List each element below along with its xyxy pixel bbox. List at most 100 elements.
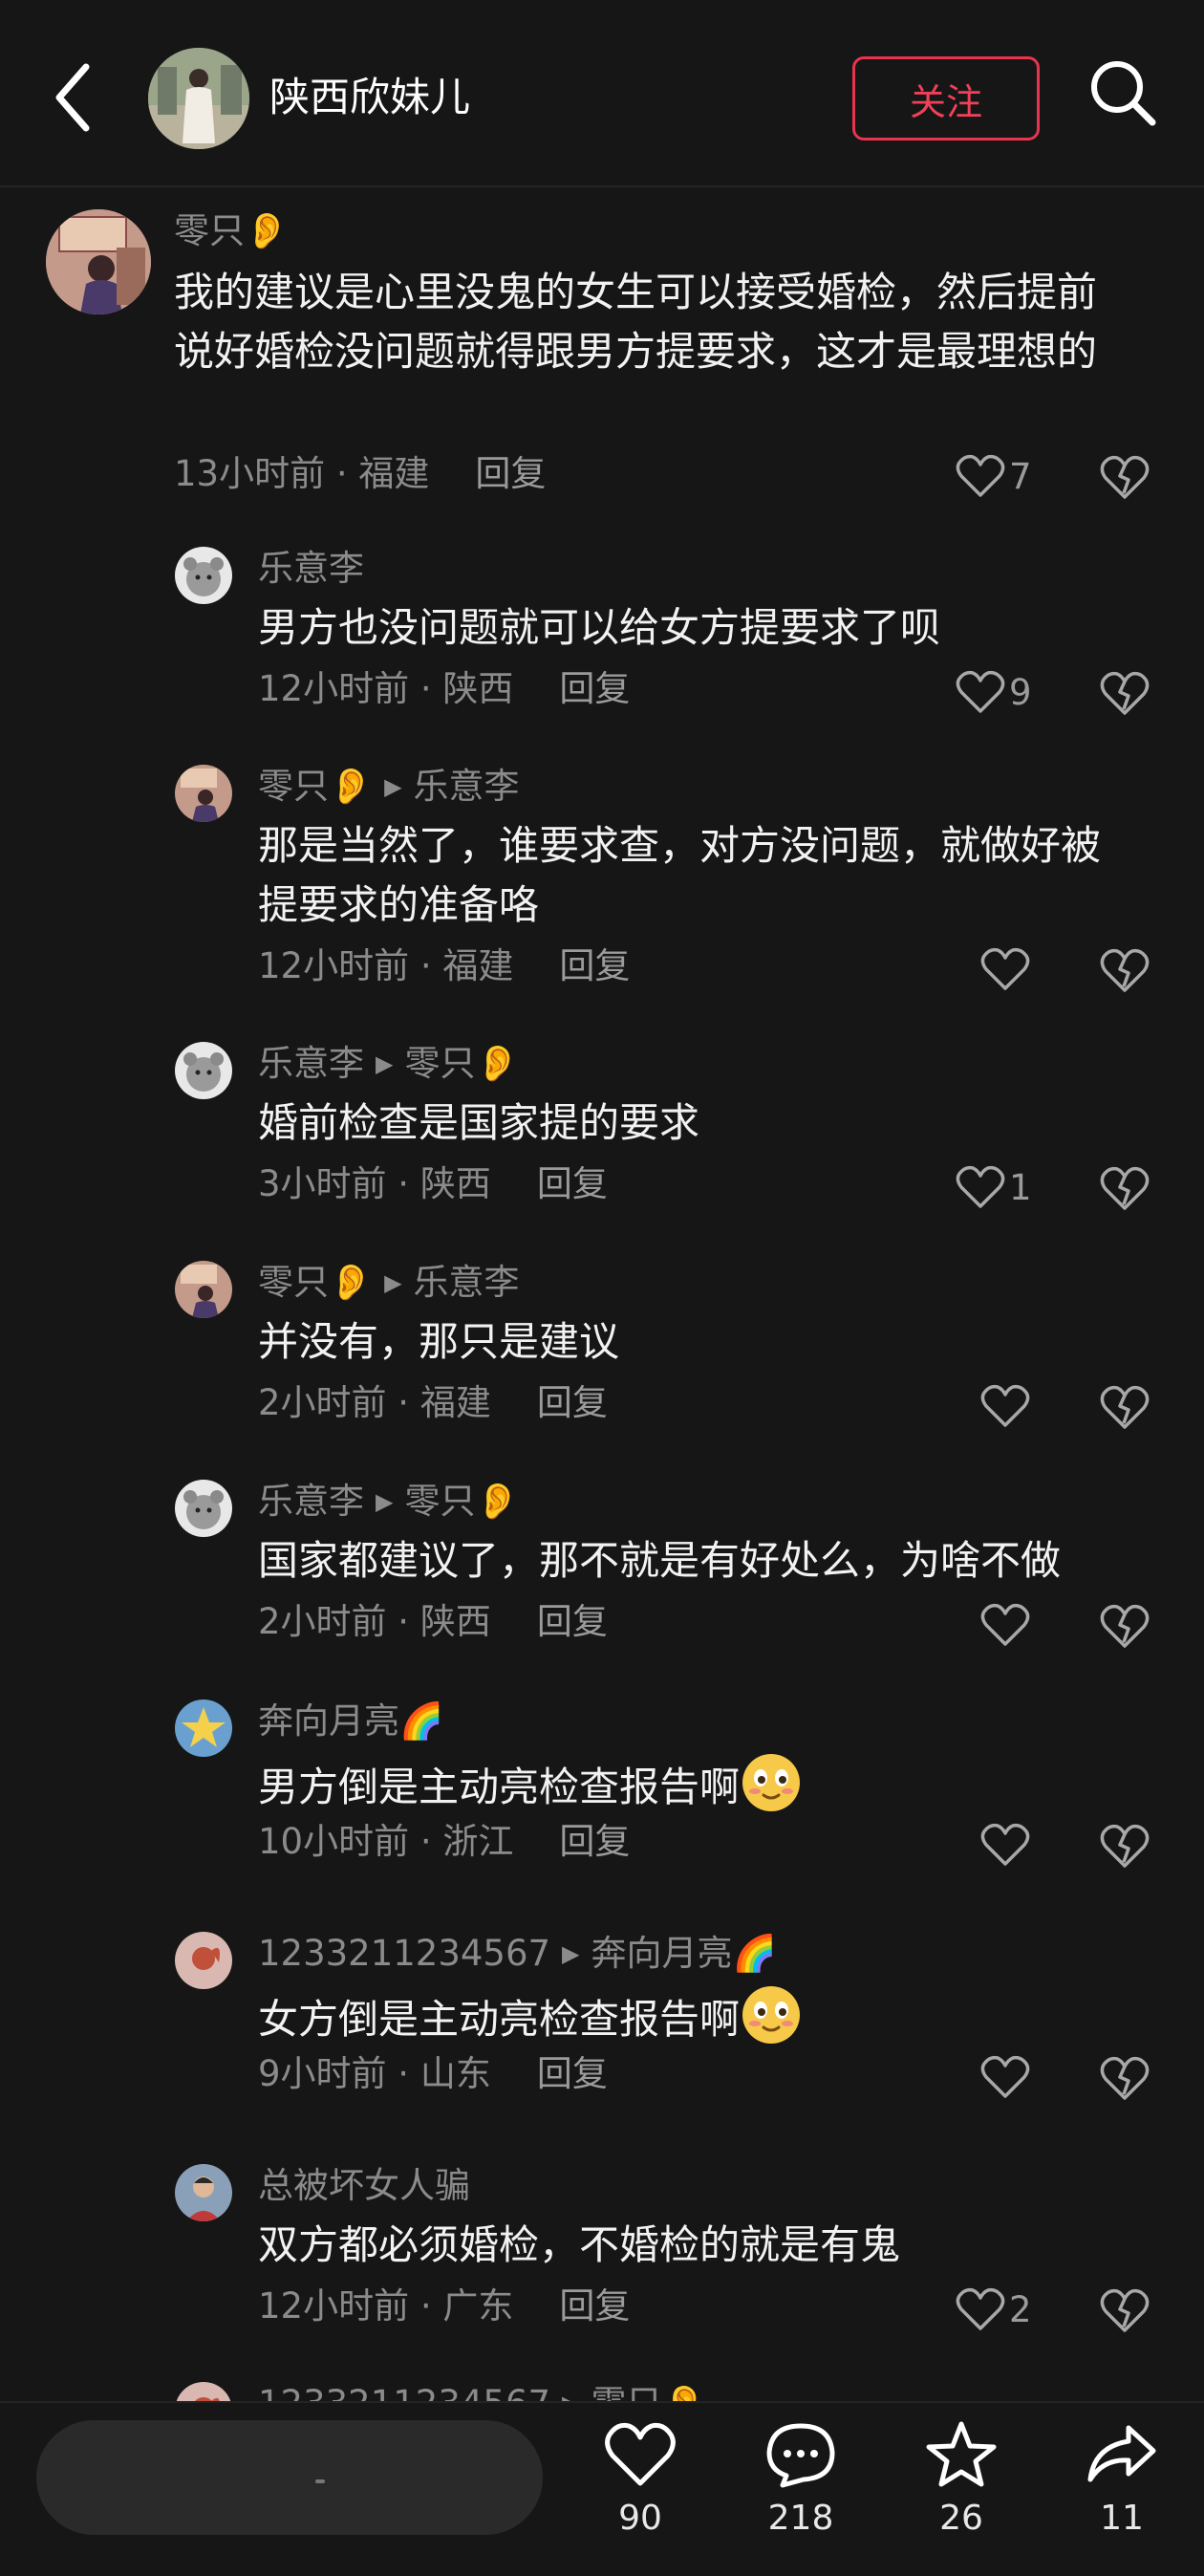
reply-meta: 9小时前 · 山东 回复 (258, 2050, 608, 2098)
reply-text: 女方倒是主动亮检查报告啊 (258, 1983, 1137, 2049)
reply-username-line: 乐意李 (258, 545, 364, 593)
reply-time-location: 3小时前 · 陕西 (258, 1163, 491, 1204)
like-button[interactable]: 7 (956, 449, 1032, 503)
reply-meta: 2小时前 · 陕西 回复 (258, 1598, 608, 1646)
broken-heart-icon[interactable] (1099, 1820, 1150, 1872)
like-button[interactable] (980, 2050, 1034, 2104)
author-name[interactable]: 陕西欣妹儿 (269, 69, 470, 126)
like-button[interactable] (980, 942, 1034, 996)
reply-username-line: 乐意李 ▶ 零只👂 (258, 1040, 520, 1088)
reply-username-line: 零只👂 ▶ 乐意李 (258, 1259, 520, 1307)
avatar[interactable] (175, 1042, 232, 1099)
reply-to-arrow-icon: ▶ (376, 1050, 394, 1077)
reply-text-content: 婚前检查是国家提的要求 (258, 1099, 700, 1146)
reply-button[interactable]: 回复 (475, 453, 546, 494)
reply-button[interactable]: 回复 (559, 1821, 630, 1862)
heart-icon (980, 1823, 1030, 1866)
avatar[interactable] (175, 1480, 232, 1537)
reply-button[interactable]: 回复 (559, 945, 630, 986)
back-arrow-icon[interactable] (50, 59, 107, 136)
reply-username[interactable]: 乐意李 (258, 1043, 364, 1084)
comment-meta: 13小时前 · 福建 回复 (174, 450, 546, 498)
like-button[interactable] (980, 1598, 1034, 1652)
heart-icon (980, 2055, 1030, 2098)
search-icon[interactable] (1087, 57, 1158, 128)
avatar[interactable] (175, 1699, 232, 1757)
reply-to-arrow-icon: ▶ (384, 773, 402, 800)
share-action[interactable]: 11 (1064, 2420, 1179, 2573)
broken-heart-icon[interactable] (1099, 1381, 1150, 1433)
reply-to-username[interactable]: 乐意李 (414, 1262, 520, 1303)
reply-username[interactable]: 乐意李 (258, 548, 364, 589)
avatar[interactable] (175, 547, 232, 604)
reply-text-content: 国家都建议了，那不就是有好处么，为啥不做 (258, 1537, 1062, 1584)
heart-icon (956, 2287, 1005, 2330)
broken-heart-icon[interactable] (1099, 1600, 1150, 1652)
reply-time-location: 12小时前 · 福建 (258, 945, 514, 986)
like-button[interactable] (980, 1379, 1034, 1433)
like-button[interactable]: 9 (956, 665, 1032, 719)
reply-username[interactable]: 1233211234567 (258, 1933, 550, 1974)
broken-heart-icon[interactable] (1099, 667, 1150, 719)
heart-icon (980, 1603, 1030, 1646)
broken-heart-icon[interactable] (1099, 451, 1150, 503)
like-button[interactable]: 2 (956, 2283, 1032, 2336)
reply-to-username[interactable]: 乐意李 (414, 766, 520, 807)
comment-action[interactable]: 218 (743, 2420, 858, 2573)
avatar[interactable] (46, 209, 151, 314)
reply-to-username[interactable]: 零只👂 (404, 1043, 519, 1084)
like-count: 9 (1009, 671, 1032, 713)
reply-button[interactable]: 回复 (537, 1163, 608, 1204)
broken-heart-icon[interactable] (1099, 2052, 1150, 2104)
comment-username[interactable]: 零只👂 (174, 207, 289, 255)
reply-meta: 12小时前 · 陕西 回复 (258, 665, 630, 713)
reply-username-line: 奔向月亮🌈 (258, 1698, 443, 1745)
heart-icon (956, 454, 1005, 497)
reply-username-line: 乐意李 ▶ 零只👂 (258, 1478, 520, 1526)
avatar[interactable] (175, 1261, 232, 1318)
reply-to-username[interactable]: 奔向月亮🌈 (591, 1933, 777, 1974)
comment-input[interactable] (36, 2420, 543, 2535)
broken-heart-icon[interactable] (1099, 1162, 1150, 1214)
reply-time-location: 10小时前 · 浙江 (258, 1821, 514, 1862)
like-count: 2 (1009, 2288, 1032, 2330)
favorite-action[interactable]: 26 (904, 2420, 1019, 2573)
reply-username[interactable]: 乐意李 (258, 1481, 364, 1522)
reply-button[interactable]: 回复 (537, 1382, 608, 1423)
blushing-face-emoji (742, 1754, 801, 1811)
reply-username[interactable]: 零只👂 (258, 766, 373, 807)
reply-button[interactable]: 回复 (559, 668, 630, 709)
reply-button[interactable]: 回复 (537, 2053, 608, 2094)
broken-heart-icon[interactable] (1099, 944, 1150, 996)
like-button[interactable]: 1 (956, 1160, 1032, 1214)
reply-to-arrow-icon: ▶ (376, 1488, 394, 1515)
comment-time-location: 13小时前 · 福建 (174, 453, 430, 494)
like-button[interactable] (980, 1818, 1034, 1872)
follow-button[interactable]: 关注 (852, 56, 1040, 141)
reply-text-content: 女方倒是主动亮检查报告啊 (258, 1996, 741, 2043)
reply-text-content: 男方也没问题就可以给女方提要求了呗 (258, 604, 941, 651)
like-action[interactable]: 90 (583, 2420, 698, 2573)
reply-meta: 2小时前 · 福建 回复 (258, 1379, 608, 1427)
reply-meta: 10小时前 · 浙江 回复 (258, 1818, 630, 1866)
top-bar: 陕西欣妹儿 关注 (0, 0, 1204, 187)
reply-text: 男方也没问题就可以给女方提要求了呗 (258, 598, 1137, 658)
broken-heart-icon[interactable] (1099, 2284, 1150, 2336)
reply-button[interactable]: 回复 (559, 2285, 630, 2327)
reply-username[interactable]: 总被坏女人骗 (258, 2165, 470, 2206)
heart-icon (980, 947, 1030, 990)
reply-button[interactable]: 回复 (537, 1601, 608, 1642)
reply-username[interactable]: 零只👂 (258, 1262, 373, 1303)
author-avatar[interactable] (148, 48, 249, 149)
reply-to-username[interactable]: 零只👂 (404, 1481, 519, 1522)
like-count: 1 (1009, 1166, 1032, 1208)
blushing-face-emoji (742, 1986, 801, 2044)
avatar[interactable] (175, 2164, 232, 2221)
reply-username-line: 零只👂 ▶ 乐意李 (258, 763, 520, 811)
avatar[interactable] (175, 765, 232, 822)
reply-text: 婚前检查是国家提的要求 (258, 1093, 1137, 1153)
cursor-dot (315, 2479, 325, 2483)
reply-username[interactable]: 奔向月亮🌈 (258, 1700, 443, 1742)
comment-text: 我的建议是心里没鬼的女生可以接受婚检，然后提前说好婚检没问题就得跟男方提要求，这… (174, 269, 1098, 375)
avatar[interactable] (175, 1932, 232, 1989)
